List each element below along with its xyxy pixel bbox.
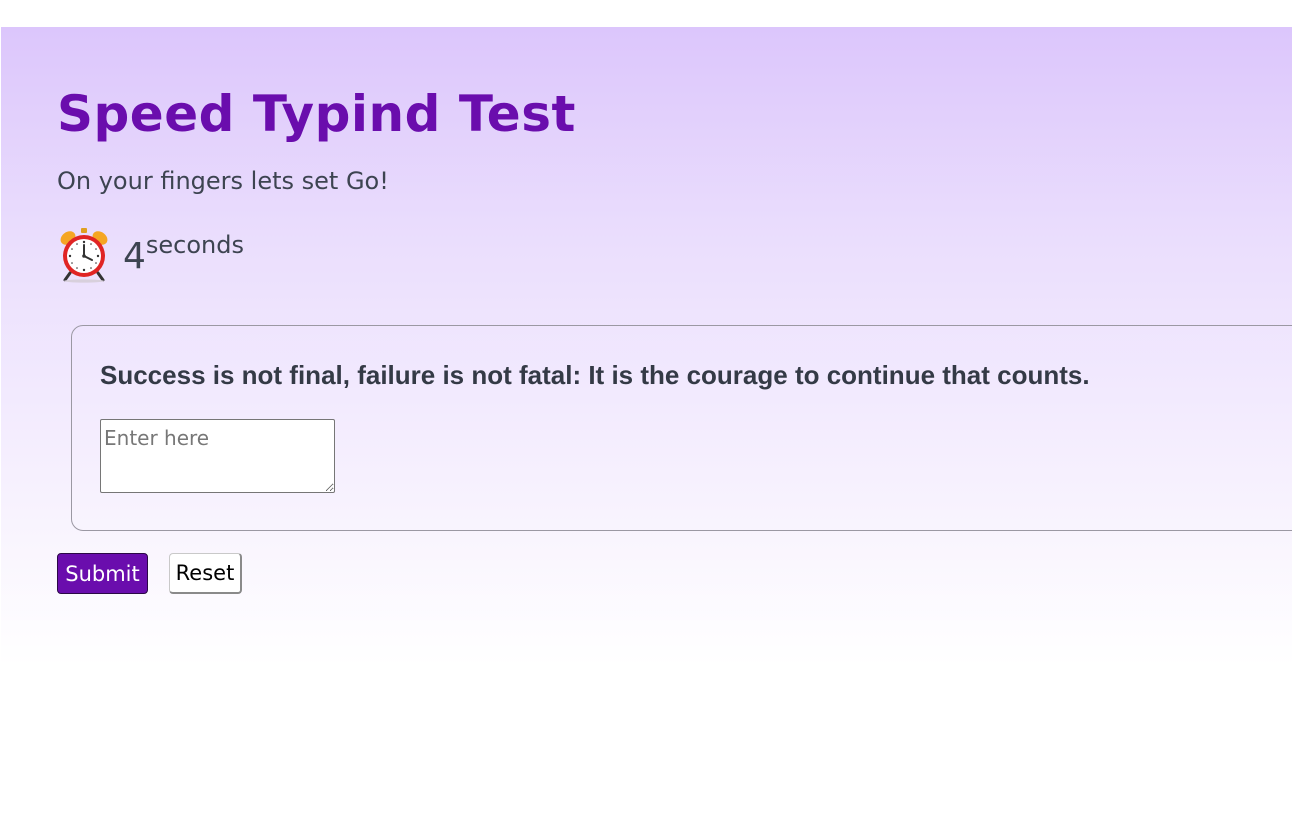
page-title: Speed Typind Test	[57, 85, 576, 143]
timer-unit: seconds	[145, 231, 245, 259]
submit-button[interactable]: Submit	[57, 553, 148, 594]
page-subtitle: On your fingers lets set Go!	[57, 167, 389, 195]
alarm-clock-icon	[60, 228, 108, 283]
answer-input[interactable]	[100, 419, 335, 493]
app-container: Speed Typind Test On your fingers lets s…	[1, 27, 1292, 667]
quote-card: Success is not final, failure is not fat…	[71, 325, 1292, 531]
reset-button[interactable]: Reset	[169, 553, 242, 594]
timer: 4 seconds	[57, 225, 244, 285]
timer-count: 4	[123, 236, 146, 277]
quote-text: Success is not final, failure is not fat…	[100, 360, 1090, 390]
